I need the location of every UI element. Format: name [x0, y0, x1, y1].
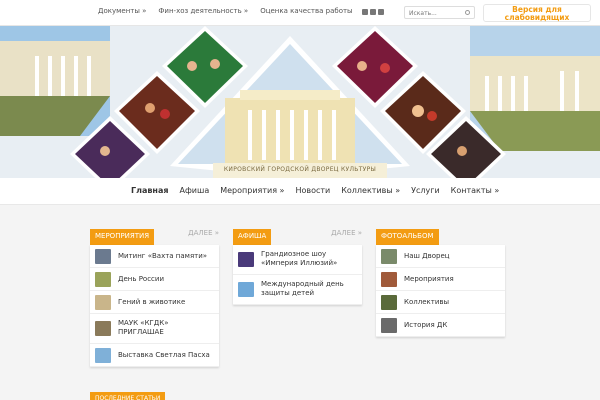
list-item-title: Грандиозное шоу «Империя Иллюзий»	[261, 250, 338, 267]
list-item-title: История ДК	[404, 321, 448, 329]
nav-afisha[interactable]: Афиша	[179, 186, 209, 195]
latest-articles-tab[interactable]: ПОСЛЕДНИЕ СТАТЬИ	[90, 392, 166, 400]
list-item[interactable]: Грандиозное шоу «Империя Иллюзий»	[233, 245, 362, 275]
nav-contacts[interactable]: Контакты »	[451, 186, 500, 195]
rss-icon[interactable]	[370, 9, 376, 15]
list-item-title: Выставка Светлая Пасха	[118, 351, 210, 359]
album-thumbnail	[381, 272, 397, 287]
list-item-title: Международный день защиты детей	[261, 280, 344, 297]
list-item[interactable]: МАУК «КГДК» ПРИГЛАШАЕ	[90, 314, 219, 344]
header-banner: КИРОВСКИЙ ГОРОДСКОЙ ДВОРЕЦ КУЛЬТУРЫ	[0, 26, 600, 178]
list-item[interactable]: Митинг «Вахта памяти»	[90, 245, 219, 268]
list-item[interactable]: Международный день защиты детей	[233, 275, 362, 305]
album-thumbnail	[381, 295, 397, 310]
events-list: Митинг «Вахта памяти» День России Гений …	[90, 245, 219, 367]
list-item-title: Мероприятия	[404, 275, 454, 283]
search-input[interactable]	[409, 8, 461, 18]
event-thumbnail	[95, 249, 111, 264]
nav-collectives[interactable]: Коллективы »	[341, 186, 400, 195]
nav-services[interactable]: Услуги	[411, 186, 440, 195]
list-item[interactable]: История ДК	[376, 314, 505, 337]
search-box	[404, 6, 475, 19]
afisha-widget-title: АФИША	[233, 229, 272, 245]
list-item[interactable]: Мероприятия	[376, 268, 505, 291]
photo-album-list: Наш Дворец Мероприятия Коллективы Истори…	[376, 245, 505, 337]
banner-collage	[0, 26, 600, 178]
event-thumbnail	[95, 348, 111, 363]
list-item[interactable]: Наш Дворец	[376, 245, 505, 268]
afisha-list: Грандиозное шоу «Империя Иллюзий» Междун…	[233, 245, 362, 305]
nav-news[interactable]: Новости	[295, 186, 330, 195]
nav-home[interactable]: Главная	[131, 186, 168, 195]
album-thumbnail	[381, 318, 397, 333]
nav-events[interactable]: Мероприятия »	[220, 186, 284, 195]
main-navigation: Главная Афиша Мероприятия » Новости Колл…	[0, 178, 600, 205]
top-menu: Документы » Фин-хоз деятельность » Оценк…	[98, 7, 353, 15]
events-more-link[interactable]: ДАЛЕЕ »	[188, 229, 219, 237]
top-menu-documents[interactable]: Документы »	[98, 7, 146, 15]
top-menu-quality[interactable]: Оценка качества работы	[260, 7, 352, 15]
list-item-title: МАУК «КГДК» ПРИГЛАШАЕ	[118, 319, 169, 336]
search-icon[interactable]	[465, 10, 470, 15]
vk-icon[interactable]	[378, 9, 384, 15]
event-thumbnail	[95, 295, 111, 310]
list-item[interactable]: Коллективы	[376, 291, 505, 314]
events-widget-title: МЕРОПРИЯТИЯ	[90, 229, 155, 245]
list-item-title: Митинг «Вахта памяти»	[118, 252, 208, 260]
list-item[interactable]: День России	[90, 268, 219, 291]
top-menu-finance[interactable]: Фин-хоз деятельность »	[158, 7, 248, 15]
afisha-thumbnail	[238, 282, 254, 297]
twitter-icon[interactable]	[362, 9, 368, 15]
top-bar: Документы » Фин-хоз деятельность » Оценк…	[0, 0, 600, 26]
album-thumbnail	[381, 249, 397, 264]
banner-caption: КИРОВСКИЙ ГОРОДСКОЙ ДВОРЕЦ КУЛЬТУРЫ	[223, 166, 377, 173]
event-thumbnail	[95, 272, 111, 287]
list-item-title: Наш Дворец	[404, 252, 450, 260]
afisha-more-link[interactable]: ДАЛЕЕ »	[331, 229, 362, 237]
photo-album-widget-title: ФОТОАЛЬБОМ	[376, 229, 439, 245]
list-item-title: Гений в животике	[118, 298, 186, 306]
event-thumbnail	[95, 321, 111, 336]
accessibility-version-button[interactable]: Версия для слабовидящих	[483, 4, 591, 22]
list-item[interactable]: Гений в животике	[90, 291, 219, 314]
afisha-thumbnail	[238, 252, 254, 267]
social-links	[362, 9, 384, 15]
list-item-title: День России	[118, 275, 165, 283]
list-item[interactable]: Выставка Светлая Пасха	[90, 344, 219, 367]
list-item-title: Коллективы	[404, 298, 450, 306]
